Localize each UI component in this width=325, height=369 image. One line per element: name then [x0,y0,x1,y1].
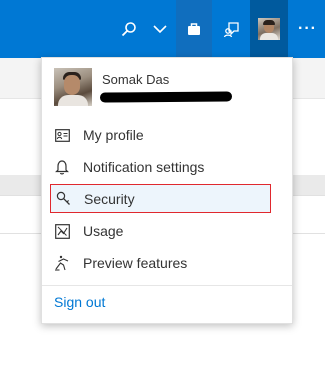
feedback-button[interactable] [212,0,250,58]
redacted-email [99,91,233,103]
key-icon [56,191,70,205]
profile-picture[interactable] [54,68,92,106]
feedback-icon [223,21,239,37]
chevron-down-icon [153,25,167,34]
usage-icon [54,223,70,239]
top-navigation-bar: ··· [0,0,325,58]
avatar [258,18,280,40]
account-menu: Somak Das My profile Notification settin… [41,57,293,324]
profile-card-icon [54,128,70,142]
menu-item-preview-features[interactable]: Preview features [50,250,270,276]
preview-features-icon [55,255,69,271]
search-scope-dropdown[interactable] [146,0,174,58]
menu-item-notification-settings[interactable]: Notification settings [50,154,270,180]
menu-item-label: Notification settings [83,159,205,175]
menu-item-label: Preview features [83,255,188,271]
menu-item-label: Usage [83,223,124,239]
sign-out-link[interactable]: Sign out [54,294,105,310]
menu-item-usage[interactable]: Usage [50,218,270,244]
briefcase-icon [188,23,200,35]
bell-icon [55,160,69,175]
menu-item-label: Security [84,190,135,207]
menu-item-my-profile[interactable]: My profile [50,122,270,148]
more-button[interactable]: ··· [290,0,325,58]
menu-divider [42,285,292,286]
more-icon: ··· [298,20,317,37]
search-icon [121,22,136,37]
menu-item-security[interactable]: Security [50,184,271,213]
account-button[interactable] [250,0,288,58]
menu-item-label: My profile [83,127,144,143]
search-button[interactable] [114,0,144,58]
marketplace-button[interactable] [176,0,212,58]
user-name: Somak Das [102,72,170,87]
